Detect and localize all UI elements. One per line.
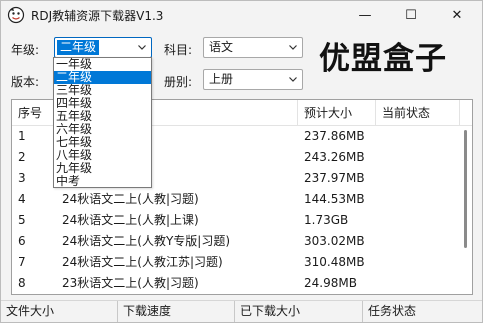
- volume-label: 册别:: [164, 75, 193, 89]
- row-size: 237.86MB: [304, 129, 365, 143]
- row-name: 24秋语文二上(人教Y专版|习题): [62, 234, 231, 248]
- app-window: RDJ教辅资源下载器V1.3 — ☐ ✕ 年级: 二年级 科目: 语文 版本: …: [0, 0, 483, 323]
- brand-logo-text: 优盟盒子: [319, 41, 447, 77]
- row-size: 243.26MB: [304, 150, 365, 164]
- volume-selected-value: 上册: [209, 72, 234, 86]
- chevron-down-icon: [138, 45, 146, 50]
- status-download-speed: 下载速度: [118, 301, 235, 322]
- subject-selected-value: 语文: [209, 40, 234, 54]
- title-bar: RDJ教辅资源下载器V1.3 — ☐ ✕: [1, 1, 482, 29]
- maximize-icon: ☐: [405, 7, 417, 23]
- row-status: [376, 231, 460, 252]
- volume-select[interactable]: 上册: [203, 69, 303, 90]
- status-task-status: 任务状态: [368, 304, 417, 318]
- row-index: 8: [18, 276, 26, 290]
- close-icon: ✕: [451, 7, 463, 23]
- grade-option[interactable]: 中考: [54, 175, 151, 187]
- row-status: [376, 273, 460, 294]
- table-row[interactable]: 4 24秋语文二上(人教|习题) 144.53MB: [12, 189, 460, 210]
- scrollbar-thumb[interactable]: [464, 130, 467, 248]
- subject-select[interactable]: 语文: [203, 37, 303, 58]
- row-index: 5: [18, 213, 26, 227]
- grade-option[interactable]: 六年级: [54, 123, 151, 136]
- row-status: [376, 210, 460, 231]
- row-size: 24.98MB: [304, 276, 357, 290]
- status-file-size: 文件大小: [1, 301, 118, 322]
- row-name: 23秋语文二上(人教|习题): [62, 276, 199, 290]
- row-size: 1.73GB: [304, 213, 349, 227]
- grade-label: 年级:: [11, 43, 40, 57]
- vertical-scrollbar[interactable]: [460, 126, 472, 294]
- grade-option[interactable]: 七年级: [54, 136, 151, 149]
- minimize-icon: —: [358, 7, 372, 23]
- row-index: 6: [18, 234, 26, 248]
- table-row[interactable]: 6 24秋语文二上(人教Y专版|习题) 303.02MB: [12, 231, 460, 252]
- column-header-size[interactable]: 预计大小: [298, 100, 376, 126]
- version-label: 版本:: [11, 75, 40, 89]
- grade-select[interactable]: 二年级: [54, 37, 152, 58]
- table-row[interactable]: 5 24秋语文二上(人教|上课) 1.73GB: [12, 210, 460, 231]
- grade-option[interactable]: 三年级: [54, 84, 151, 97]
- row-status: [376, 252, 460, 273]
- subject-label: 科目:: [164, 43, 193, 57]
- row-status: [376, 147, 460, 168]
- grade-option[interactable]: 五年级: [54, 110, 151, 123]
- status-downloaded-size: 已下载大小: [235, 301, 363, 322]
- table-row[interactable]: 8 23秋语文二上(人教|习题) 24.98MB: [12, 273, 460, 294]
- close-button[interactable]: ✕: [434, 1, 480, 29]
- maximize-button[interactable]: ☐: [388, 1, 434, 29]
- grade-option[interactable]: 八年级: [54, 149, 151, 162]
- minimize-button[interactable]: —: [342, 1, 388, 29]
- chevron-down-icon: [289, 45, 297, 50]
- row-size: 303.02MB: [304, 234, 365, 248]
- row-status: [376, 126, 460, 147]
- row-size: 144.53MB: [304, 192, 365, 206]
- status-bar: 文件大小 下载速度 已下载大小 任务状态: [1, 300, 482, 322]
- column-header-status[interactable]: 当前状态: [376, 100, 460, 126]
- row-index: 1: [18, 129, 26, 143]
- row-status: [376, 189, 460, 210]
- table-row[interactable]: 7 24秋语文二上(人教江苏|习题) 310.48MB: [12, 252, 460, 273]
- grade-option[interactable]: 九年级: [54, 162, 151, 175]
- row-size: 310.48MB: [304, 255, 365, 269]
- row-name: 24秋语文二上(人教江苏|习题): [62, 255, 223, 269]
- row-index: 4: [18, 192, 26, 206]
- row-index: 3: [18, 171, 26, 185]
- row-size: 237.97MB: [304, 171, 365, 185]
- window-title: RDJ教辅资源下载器V1.3: [31, 9, 164, 23]
- row-index: 7: [18, 255, 26, 269]
- grade-option-selected[interactable]: 二年级: [54, 71, 151, 84]
- grade-option[interactable]: 四年级: [54, 97, 151, 110]
- row-status: [376, 168, 460, 189]
- chevron-down-icon: [289, 77, 297, 82]
- grade-selected-value: 二年级: [57, 40, 100, 55]
- app-mascot-icon: [7, 6, 25, 24]
- grade-dropdown-list: 一年级 二年级 三年级 四年级 五年级 六年级 七年级 八年级 九年级 中考: [53, 57, 152, 188]
- row-name: 24秋语文二上(人教|习题): [62, 192, 199, 206]
- grade-option[interactable]: 一年级: [54, 58, 151, 71]
- column-header-index[interactable]: 序号: [12, 100, 56, 126]
- row-index: 2: [18, 150, 26, 164]
- row-name: 24秋语文二上(人教|上课): [62, 213, 199, 227]
